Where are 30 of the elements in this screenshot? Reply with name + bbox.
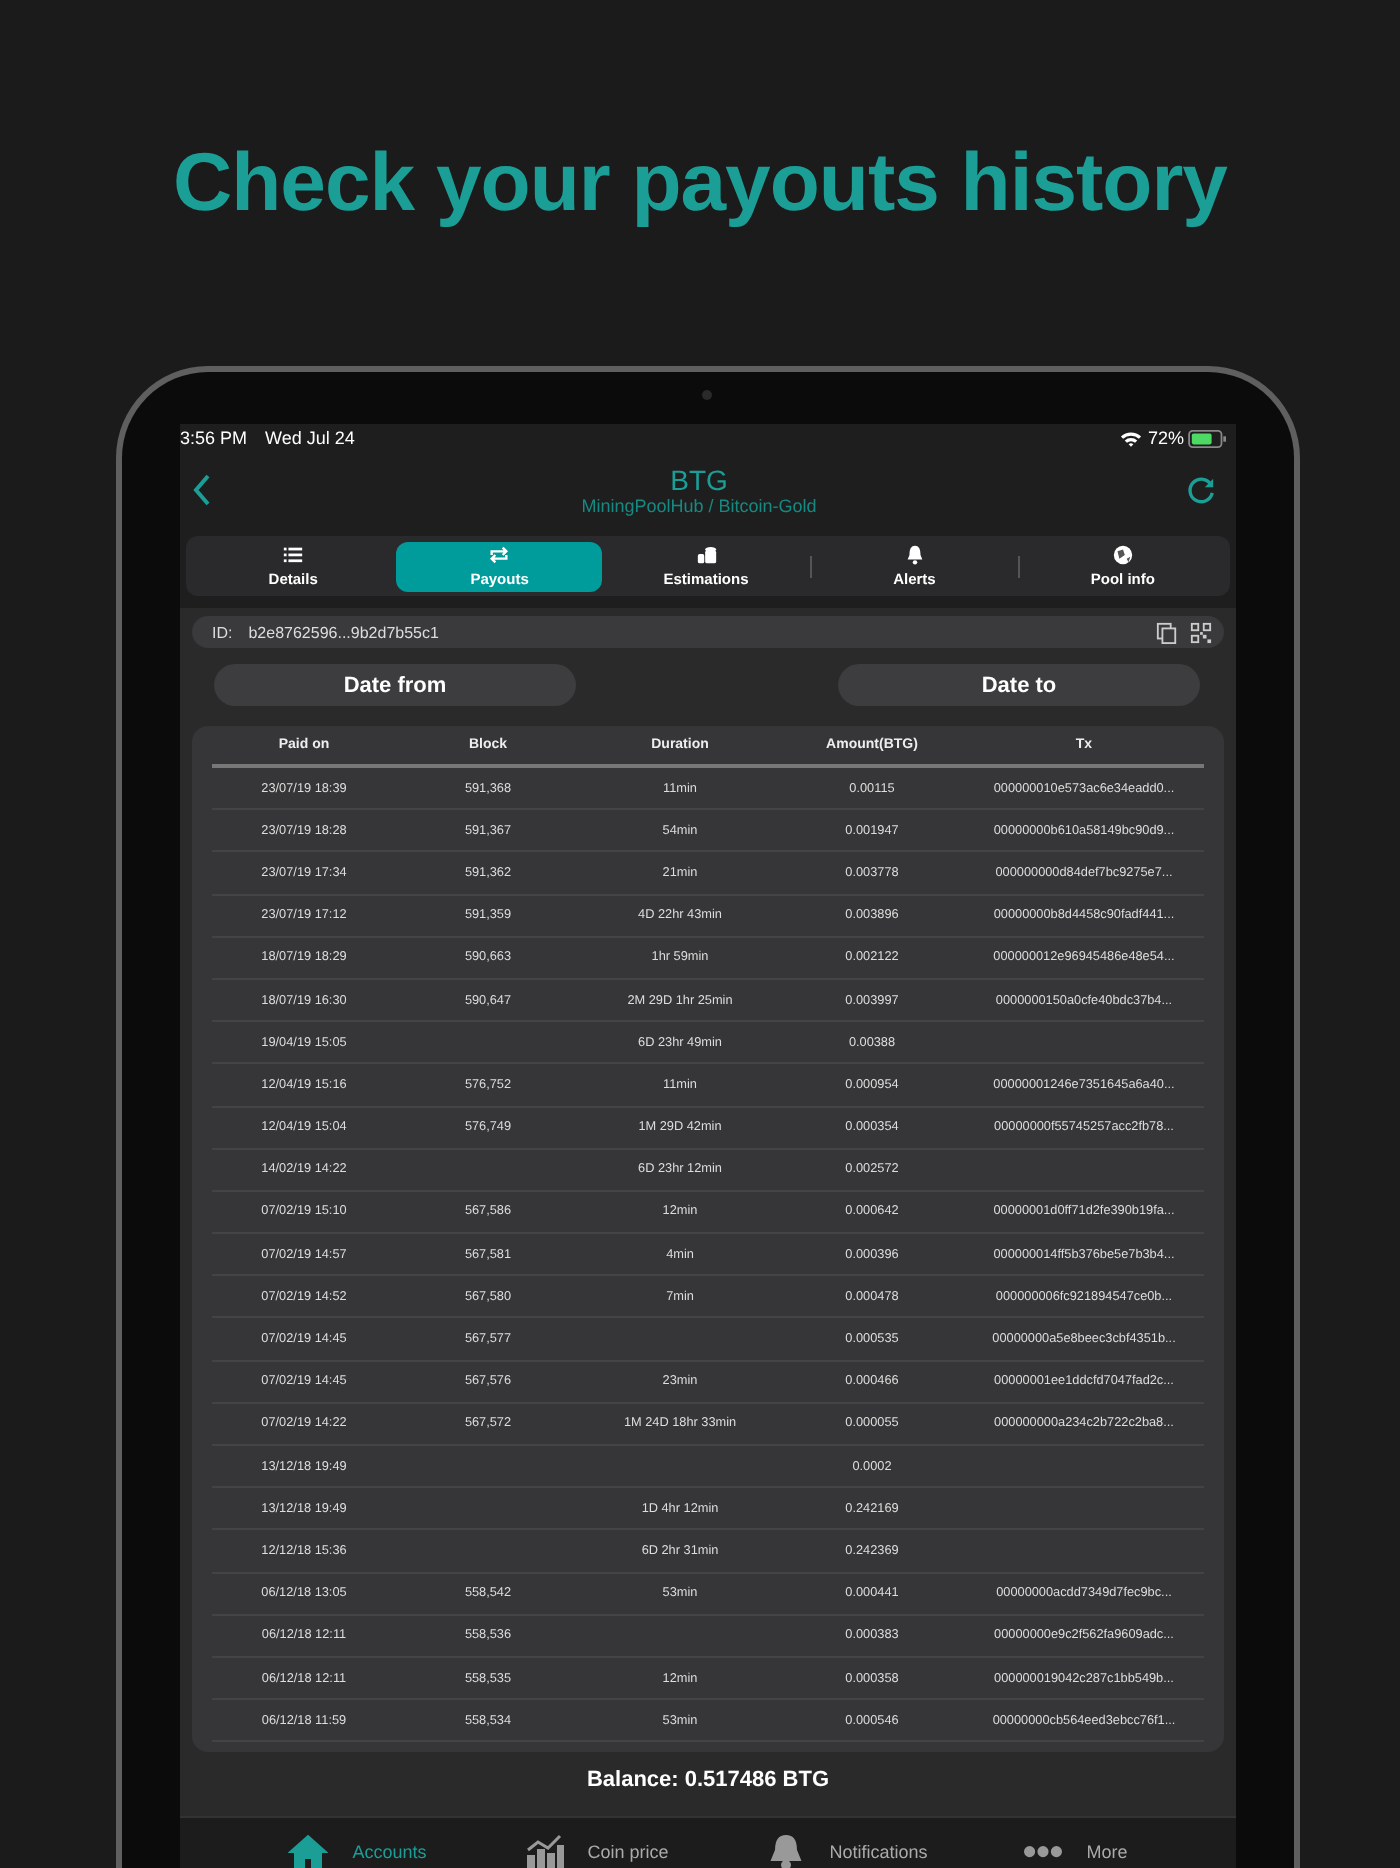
- bottom-tab[interactable]: Notifications: [765, 1834, 928, 1868]
- more-icon: [1024, 1846, 1063, 1858]
- battery-percent: 72%: [1147, 428, 1184, 448]
- bottom-tab[interactable]: Accounts: [288, 1834, 427, 1868]
- qr-code-icon[interactable]: [1190, 621, 1212, 643]
- list-icon: [282, 544, 305, 566]
- status-date: Wed Jul 24: [265, 428, 355, 448]
- screen-subtitle: MiningPoolHub / Bitcoin-Gold: [579, 495, 819, 517]
- id-field: ID: b2e8762596...9b2d7b55c1: [192, 616, 1224, 648]
- wifi-icon: [1119, 429, 1142, 447]
- date-picker-button[interactable]: Date to: [838, 664, 1200, 706]
- date-picker-button[interactable]: Date from: [214, 664, 576, 706]
- chart-icon: [523, 1834, 564, 1868]
- back-icon[interactable]: [192, 474, 212, 506]
- home-icon: [288, 1834, 329, 1868]
- camera-dot: [702, 390, 712, 400]
- bell-icon: [903, 544, 926, 566]
- status-time: 3:56 PM: [180, 428, 248, 448]
- balance-total: Balance: 0.517486 BTG: [584, 1768, 832, 1793]
- refresh-icon[interactable]: [1186, 475, 1216, 505]
- coins-icon: [695, 544, 717, 566]
- bell-icon: [765, 1834, 806, 1868]
- swap-arrows-icon: [488, 544, 511, 566]
- bottom-tab[interactable]: Coin price: [523, 1834, 669, 1868]
- copy-icon[interactable]: [1156, 621, 1178, 643]
- battery-icon: [1188, 429, 1228, 447]
- bottom-tab[interactable]: More: [1024, 1842, 1128, 1862]
- screen-title: BTG: [668, 463, 730, 495]
- globe-icon: [1111, 544, 1134, 566]
- headline: Check your payouts history: [173, 134, 1227, 232]
